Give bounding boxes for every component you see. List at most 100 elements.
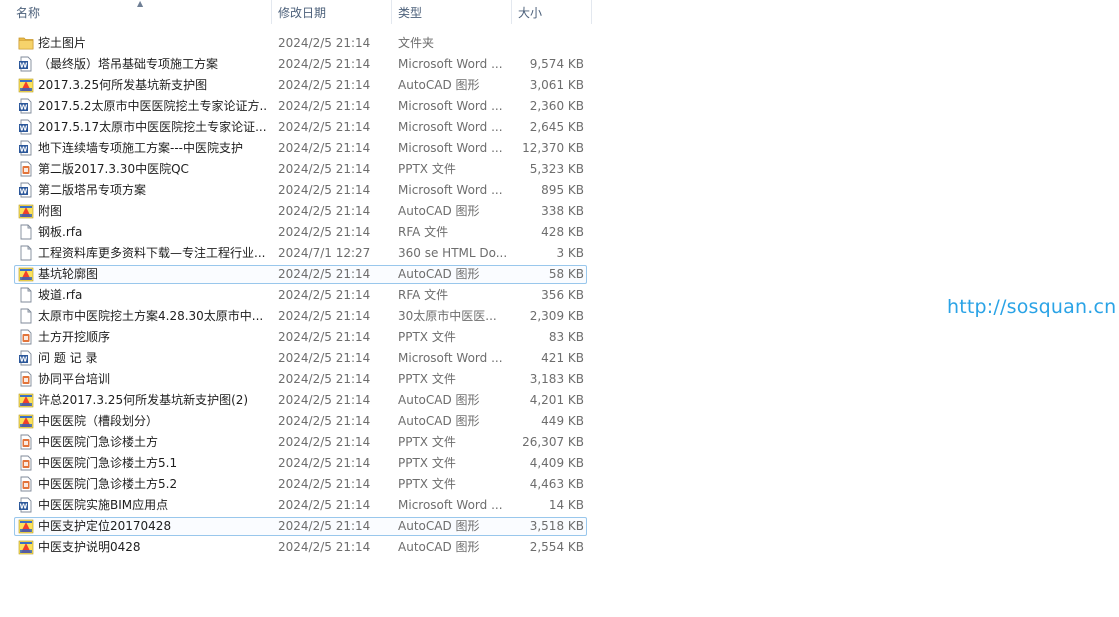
file-size: 449 KB	[541, 414, 584, 428]
file-date: 2024/2/5 21:14	[278, 162, 371, 176]
file-date: 2024/2/5 21:14	[278, 183, 371, 197]
column-header-date[interactable]: 修改日期	[272, 0, 392, 24]
file-type: 文件夹	[398, 36, 435, 50]
file-type: 30太原市中医医...	[398, 309, 497, 323]
file-row[interactable]: 中医医院门急诊楼土方5.1 2024/2/5 21:14 PPTX 文件 4,409 …	[0, 453, 600, 474]
file-size: 4,463 KB	[529, 477, 584, 491]
file-date: 2024/2/5 21:14	[278, 435, 371, 449]
column-header-type[interactable]: 类型	[392, 0, 512, 24]
file-type: Microsoft Word ...	[398, 351, 503, 365]
file-type: AutoCAD 图形	[398, 267, 480, 281]
file-type: PPTX 文件	[398, 162, 456, 176]
word-doc-icon: W	[18, 140, 34, 156]
file-date: 2024/2/5 21:14	[278, 393, 371, 407]
file-type: PPTX 文件	[398, 372, 456, 386]
file-date: 2024/2/5 21:14	[278, 519, 371, 533]
file-date: 2024/2/5 21:14	[278, 477, 371, 491]
column-header: 名称 ▲ 修改日期 类型 大小	[0, 0, 592, 24]
file-date: 2024/2/5 21:14	[278, 372, 371, 386]
file-row[interactable]: 坡道.rfa 2024/2/5 21:14 RFA 文件 356 KB	[0, 285, 600, 306]
file-type: Microsoft Word ...	[398, 141, 503, 155]
pptx-icon	[18, 455, 34, 471]
sort-ascending-icon: ▲	[137, 0, 144, 8]
file-row[interactable]: 太原市中医院挖土方案4.28.30太原市中... 2024/2/5 21:14 30…	[0, 306, 600, 327]
word-doc-icon: W	[18, 350, 34, 366]
file-row[interactable]: W 地下连续墙专项施工方案---中医院支护 2024/2/5 21:14 Micros…	[0, 138, 600, 159]
file-list: 挖土图片 2024/2/5 21:14 文件夹 W （最终版）塔吊基础专项施工方案 202…	[0, 33, 600, 558]
file-name: 问 题 记 录	[38, 351, 98, 365]
file-row[interactable]: 土方开挖顺序 2024/2/5 21:14 PPTX 文件 83 KB	[0, 327, 600, 348]
file-row[interactable]: W 问 题 记 录 2024/2/5 21:14 Microsoft Word ...…	[0, 348, 600, 369]
file-type: Microsoft Word ...	[398, 120, 503, 134]
svg-text:W: W	[20, 125, 28, 133]
column-header-size[interactable]: 大小	[512, 0, 592, 24]
autocad-icon	[18, 539, 34, 555]
file-size: 895 KB	[541, 183, 584, 197]
word-doc-icon: W	[18, 182, 34, 198]
file-row[interactable]: 协同平台培训 2024/2/5 21:14 PPTX 文件 3,183 KB	[0, 369, 600, 390]
file-row[interactable]: 中医医院（槽段划分） 2024/2/5 21:14 AutoCAD 图形 449 KB	[0, 411, 600, 432]
autocad-icon	[18, 203, 34, 219]
autocad-icon	[18, 518, 34, 534]
file-row[interactable]: 挖土图片 2024/2/5 21:14 文件夹	[0, 33, 600, 54]
file-row[interactable]: 中医医院门急诊楼土方 2024/2/5 21:14 PPTX 文件 26,307 KB	[0, 432, 600, 453]
file-name: 2017.3.25何所发基坑新支护图	[38, 78, 208, 92]
file-date: 2024/2/5 21:14	[278, 540, 371, 554]
file-row[interactable]: W 2017.5.17太原市中医医院挖土专家论证... 2024/2/5 21:14…	[0, 117, 600, 138]
file-size: 2,554 KB	[529, 540, 584, 554]
file-row[interactable]: W 中医医院实施BIM应用点 2024/2/5 21:14 Microsoft Wor…	[0, 495, 600, 516]
file-row[interactable]: 第二版2017.3.30中医院QC 2024/2/5 21:14 PPTX 文件 5,…	[0, 159, 600, 180]
file-size: 2,645 KB	[529, 120, 584, 134]
file-name: 地下连续墙专项施工方案---中医院支护	[38, 141, 243, 155]
file-name: 钢板.rfa	[38, 225, 83, 239]
file-name: 中医医院（槽段划分）	[38, 414, 159, 428]
file-name: 土方开挖顺序	[38, 330, 111, 344]
svg-text:W: W	[20, 104, 28, 112]
file-size: 428 KB	[541, 225, 584, 239]
file-size: 58 KB	[548, 267, 584, 281]
file-size: 3,061 KB	[529, 78, 584, 92]
file-size: 26,307 KB	[522, 435, 584, 449]
pptx-icon	[18, 476, 34, 492]
file-row[interactable]: 中医支护定位20170428 2024/2/5 21:14 AutoCAD 图形 3,…	[0, 516, 600, 537]
file-name: （最终版）塔吊基础专项施工方案	[38, 57, 219, 71]
file-row[interactable]: 中医支护说明0428 2024/2/5 21:14 AutoCAD 图形 2,554 …	[0, 537, 600, 558]
file-date: 2024/2/5 21:14	[278, 267, 371, 281]
file-size: 4,201 KB	[529, 393, 584, 407]
file-size: 356 KB	[541, 288, 584, 302]
file-row[interactable]: 钢板.rfa 2024/2/5 21:14 RFA 文件 428 KB	[0, 222, 600, 243]
file-row[interactable]: 附图 2024/2/5 21:14 AutoCAD 图形 338 KB	[0, 201, 600, 222]
file-type: AutoCAD 图形	[398, 519, 480, 533]
file-name: 2017.5.17太原市中医医院挖土专家论证...	[38, 120, 266, 134]
file-row[interactable]: W 第二版塔吊专项方案 2024/2/5 21:14 Microsoft Word .…	[0, 180, 600, 201]
file-date: 2024/2/5 21:14	[278, 330, 371, 344]
blank-file-icon	[18, 308, 34, 324]
file-type: AutoCAD 图形	[398, 393, 480, 407]
file-name: 第二版2017.3.30中医院QC	[38, 162, 189, 176]
file-row[interactable]: 工程资料库更多资料下载—专注工程行业... 2024/7/1 12:27 360 s…	[0, 243, 600, 264]
file-name: 坡道.rfa	[38, 288, 83, 302]
file-name: 2017.5.2太原市中医医院挖土专家论证方...	[38, 99, 266, 113]
file-type: PPTX 文件	[398, 435, 456, 449]
file-row[interactable]: W （最终版）塔吊基础专项施工方案 2024/2/5 21:14 Microsoft …	[0, 54, 600, 75]
file-size: 5,323 KB	[529, 162, 584, 176]
file-size: 3,183 KB	[529, 372, 584, 386]
file-row[interactable]: 2017.3.25何所发基坑新支护图 2024/2/5 21:14 AutoCAD …	[0, 75, 600, 96]
file-type: RFA 文件	[398, 288, 449, 302]
file-type: AutoCAD 图形	[398, 540, 480, 554]
file-size: 338 KB	[541, 204, 584, 218]
word-doc-icon: W	[18, 497, 34, 513]
file-size: 12,370 KB	[522, 141, 584, 155]
file-type: RFA 文件	[398, 225, 449, 239]
file-row[interactable]: 中医医院门急诊楼土方5.2 2024/2/5 21:14 PPTX 文件 4,463 …	[0, 474, 600, 495]
file-row[interactable]: W 2017.5.2太原市中医医院挖土专家论证方... 2024/2/5 21:14…	[0, 96, 600, 117]
file-date: 2024/2/5 21:14	[278, 204, 371, 218]
file-type: Microsoft Word ...	[398, 99, 503, 113]
file-row[interactable]: 许总2017.3.25何所发基坑新支护图(2) 2024/2/5 21:14 Aut…	[0, 390, 600, 411]
svg-text:W: W	[20, 62, 28, 70]
file-name: 中医医院门急诊楼土方5.1	[38, 456, 178, 470]
blank-file-icon	[18, 245, 34, 261]
file-date: 2024/2/5 21:14	[278, 414, 371, 428]
svg-text:W: W	[20, 356, 28, 364]
file-row[interactable]: 基坑轮廓图 2024/2/5 21:14 AutoCAD 图形 58 KB	[0, 264, 600, 285]
